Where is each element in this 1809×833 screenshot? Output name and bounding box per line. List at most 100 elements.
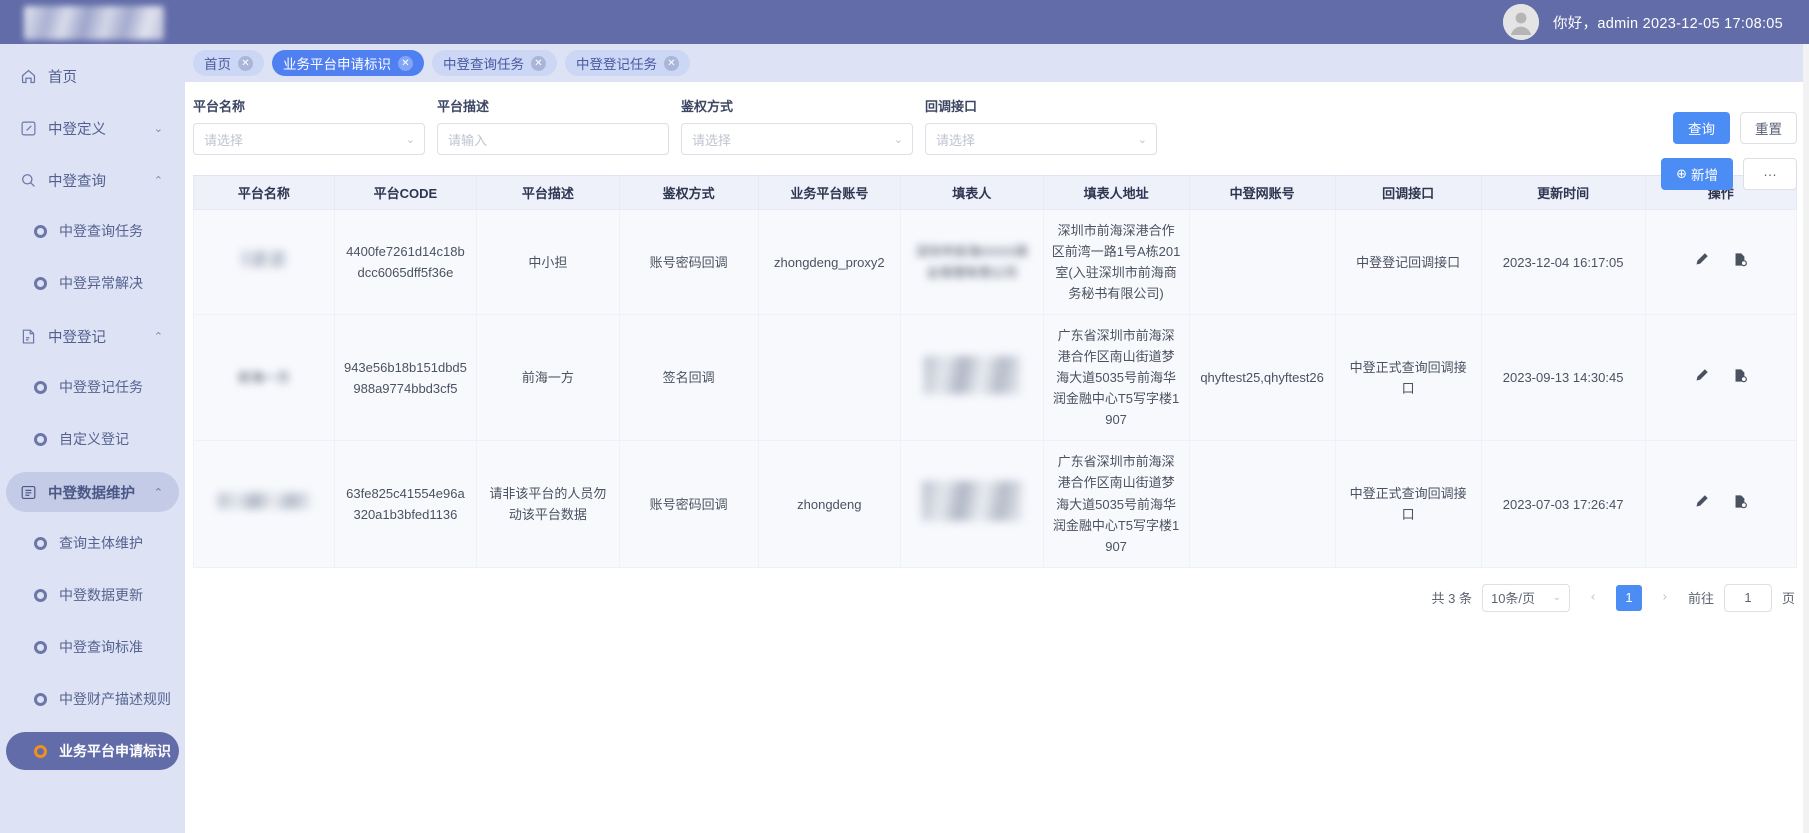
redacted-text [921,481,1022,522]
sidebar-item-property-rule[interactable]: 中登财产描述规则 [6,680,179,718]
select-placeholder: 请选择 [936,132,976,148]
app-root: 你好，admin 2023-12-05 17:08:05 首页 中登定义 ⌄ 中… [0,0,1809,833]
chevron-down-icon: ⌄ [153,121,163,135]
platform-desc-input[interactable]: 请输入 [437,123,669,155]
app-logo-redacted [24,6,164,40]
tab-label: 中登查询任务 [443,57,524,72]
avatar[interactable] [1502,4,1539,40]
data-table-wrapper: 平台名称 平台CODE 平台描述 鉴权方式 业务平台账号 填表人 填表人地址 中… [193,175,1798,568]
close-icon[interactable]: ✕ [398,55,413,71]
col-update-time: 更新时间 [1480,175,1646,210]
sidebar-item-label: 中登查询 [48,173,106,190]
page-number-1[interactable]: 1 [1615,584,1642,611]
table-row: 63fe825c41554e96a320a1b3bfed1136 请非该平台的人… [193,440,1798,568]
sidebar-item-exception-resolve[interactable]: 中登异常解决 [6,264,179,302]
circle-dot-icon [34,536,47,550]
tab-platform-apply-flag[interactable]: 业务平台申请标识 ✕ [272,50,424,76]
filter-label: 平台描述 [437,99,490,114]
sidebar-item-label: 中登查询任务 [59,223,143,239]
sidebar-group-zhongdeng-query[interactable]: 中登查询 ⌃ [6,160,179,200]
sidebar-group-data-maintenance[interactable]: 中登数据维护 ⌃ [6,472,179,512]
circle-dot-icon [34,432,47,446]
main-content: 首页 ✕ 业务平台申请标识 ✕ 中登查询任务 ✕ 中登登记任务 ✕ 平台名称 请… [185,44,1809,833]
list-box-icon [20,484,42,501]
tab-query-task[interactable]: 中登查询任务 ✕ [432,50,557,76]
cell-filler-address: 广东省深圳市前海深港合作区南山街道梦海大道5035号前海华润金融中心T5写字楼1… [1042,314,1190,442]
filter-form: 平台名称 请选择 ⌄ 平台描述 请输入 鉴权方式 请选择 ⌄ 回调接口 请选择 … [185,82,1809,190]
edit-pencil-icon[interactable] [1694,251,1710,267]
home-icon [20,68,42,85]
greeting-text: 你好，admin 2023-12-05 17:08:05 [1552,15,1783,32]
circle-dot-icon [34,588,47,602]
cell-platform-name [193,208,335,316]
jump-page-input[interactable]: 1 [1723,583,1772,612]
tab-register-task[interactable]: 中登登记任务 ✕ [565,50,690,76]
filter-platform-name: 平台名称 请选择 ⌄ [193,96,425,155]
jump-label: 前往 [1687,591,1714,607]
sidebar-group-zhongdeng-define[interactable]: 中登定义 ⌄ [6,108,179,148]
close-icon[interactable]: ✕ [238,55,253,71]
more-actions-button[interactable]: ··· [1743,158,1797,190]
edit-pencil-icon[interactable] [1694,493,1710,509]
edit-pencil-icon[interactable] [1694,367,1710,383]
col-platform-desc: 平台描述 [476,175,620,210]
col-auth-type: 鉴权方式 [618,175,759,210]
header-user-area: 你好，admin 2023-12-05 17:08:05 [1502,4,1783,40]
filter-label: 平台名称 [193,99,246,114]
next-page-button[interactable]: › [1652,585,1678,611]
redacted-text [217,493,310,510]
chevron-up-icon: ⌃ [153,485,163,499]
search-button[interactable]: 查询 [1673,112,1730,144]
sidebar-item-query-standard[interactable]: 中登查询标准 [6,628,179,666]
filter-callback: 回调接口 请选择 ⌄ [925,96,1157,155]
col-platform-code: 平台CODE [333,175,478,210]
platform-table: 平台名称 平台CODE 平台描述 鉴权方式 业务平台账号 填表人 填表人地址 中… [193,175,1798,568]
file-detail-icon[interactable] [1732,367,1748,384]
cell-operations [1644,314,1798,442]
platform-name-select[interactable]: 请选择 ⌄ [193,123,425,155]
toolbar-actions: 查询 重置 ⊕ 新增 ··· [1661,112,1797,190]
circle-dot-icon [34,224,47,238]
cell-zd-account: qhyftest25,qhyftest26 [1188,314,1336,442]
close-icon[interactable]: ✕ [531,55,546,71]
sidebar-item-label: 查询主体维护 [59,535,143,551]
toolbar-row-secondary: ⊕ 新增 ··· [1661,158,1797,190]
cell-filler-address: 广东省深圳市前海深港合作区南山街道梦海大道5035号前海华润金融中心T5写字楼1… [1042,440,1190,568]
sidebar-item-query-task[interactable]: 中登查询任务 [6,212,179,250]
sidebar-item-label: 中登定义 [48,121,106,138]
chevron-down-icon: ⌄ [1137,132,1147,146]
sidebar-item-home[interactable]: 首页 [6,56,179,96]
page-unit-label: 页 [1781,591,1795,607]
circle-dot-icon [34,276,47,290]
cell-platform-name [193,440,335,568]
sidebar-item-label: 业务平台申请标识 [59,743,171,759]
prev-page-button[interactable]: ‹ [1580,585,1606,611]
cell-filler-address: 深圳市前海深港合作区前湾一路1号A栋201室(入驻深圳市前海商务秘书有限公司) [1042,208,1190,316]
table-header-row: 平台名称 平台CODE 平台描述 鉴权方式 业务平台账号 填表人 填表人地址 中… [193,175,1798,210]
cell-callback: 中登登记回调接口 [1334,208,1482,316]
tab-home[interactable]: 首页 ✕ [193,50,264,76]
close-icon[interactable]: ✕ [664,55,679,71]
cell-filler: 深圳市前海XXXX商业保理有限公司 [900,208,1044,316]
sidebar-item-subject-maintenance[interactable]: 查询主体维护 [6,524,179,562]
table-row: 4400fe7261d14c18bdcc6065dff5f36e 中小担 账号密… [193,208,1798,316]
sidebar-group-zhongdeng-register[interactable]: 中登登记 ⌃ [6,316,179,356]
redacted-text [241,251,286,268]
vertical-scrollbar[interactable] [1803,44,1809,833]
sidebar-item-custom-register[interactable]: 自定义登记 [6,420,179,458]
sidebar-item-register-task[interactable]: 中登登记任务 [6,368,179,406]
cell-platform-name: 前海一方 [193,314,335,442]
cell-update-time: 2023-07-03 17:26:47 [1480,440,1646,568]
file-detail-icon[interactable] [1732,493,1748,510]
reset-button[interactable]: 重置 [1740,112,1797,144]
sidebar-item-data-update[interactable]: 中登数据更新 [6,576,179,614]
page-size-select[interactable]: 10条/页 ⌄ [1481,583,1570,612]
file-detail-icon[interactable] [1732,251,1748,268]
sidebar-item-platform-apply-flag[interactable]: 业务平台申请标识 [6,732,179,770]
callback-select[interactable]: 请选择 ⌄ [925,123,1157,155]
table-row: 前海一方 943e56b18b151dbd5988a9774bbd3cf5 前海… [193,314,1798,442]
auth-type-select[interactable]: 请选择 ⌄ [681,123,913,155]
tab-label: 中登登记任务 [576,57,657,72]
circle-dot-icon [34,640,47,654]
add-button[interactable]: ⊕ 新增 [1661,158,1733,190]
